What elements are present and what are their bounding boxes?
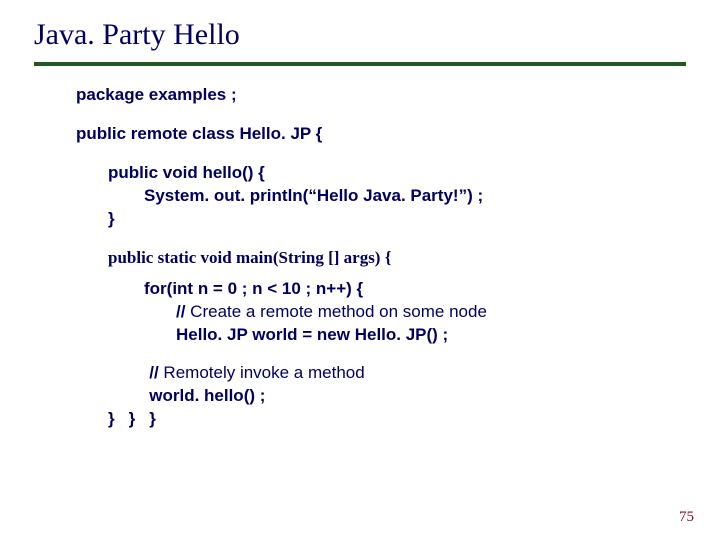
code-line-close-main: }	[129, 408, 136, 431]
comment-text: Remotely invoke a method	[163, 363, 364, 382]
comment-text: Create a remote method on some node	[190, 302, 487, 321]
code-line-comment-invoke: // Remotely invoke a method	[149, 362, 364, 385]
code-line-package: package examples ;	[76, 84, 686, 107]
code-line-hello-decl: public void hello() {	[76, 162, 686, 185]
code-line-println: System. out. println(“Hello Java. Party!…	[76, 185, 686, 208]
code-line-world-call: world. hello() ;	[149, 385, 364, 408]
code-line-close-class: }	[108, 408, 115, 431]
code-line-for: for(int n = 0 ; n < 10 ; n++) {	[76, 278, 686, 301]
page-number: 75	[679, 509, 694, 526]
closing-brace-group: } } // Remotely invoke a method world. h…	[76, 362, 686, 431]
title-divider	[34, 62, 686, 66]
code-line-close-hello: }	[76, 208, 686, 231]
slide-title: Java. Party Hello	[34, 18, 686, 52]
slide: Java. Party Hello package examples ; pub…	[0, 0, 720, 540]
code-line-main-decl: public static void main(String [] args) …	[76, 247, 686, 270]
code-line-class-decl: public remote class Hello. JP {	[76, 123, 686, 146]
comment-marker: //	[149, 363, 163, 382]
comment-marker: //	[176, 302, 190, 321]
code-line-close-for: }	[149, 408, 364, 431]
code-line-comment-create: // Create a remote method on some node	[76, 301, 686, 324]
code-line-world-new: Hello. JP world = new Hello. JP() ;	[76, 324, 686, 347]
code-block: package examples ; public remote class H…	[34, 84, 686, 431]
